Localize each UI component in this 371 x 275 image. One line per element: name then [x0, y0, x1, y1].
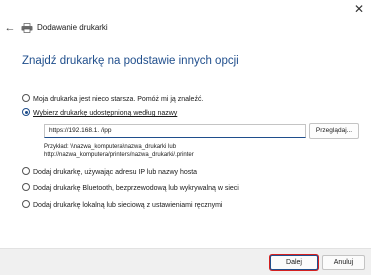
printer-icon	[21, 23, 33, 33]
option-ip-or-hostname-label: Dodaj drukarkę, używając adresu IP lub n…	[33, 169, 198, 176]
radio-local-manual[interactable]	[22, 200, 30, 208]
option-local-manual[interactable]: Dodaj drukarkę lokalną lub sieciową z us…	[22, 200, 222, 211]
radio-older-printer[interactable]	[22, 94, 30, 102]
option-older-printer[interactable]: Moja drukarka jest nieco starsza. Pomóż …	[22, 94, 203, 105]
add-printer-window: ✕ ← Dodawanie drukarki Znajdź drukarkę n…	[0, 0, 371, 275]
cancel-button[interactable]: Anuluj	[322, 255, 365, 270]
browse-button[interactable]: Przeglądaj...	[309, 123, 359, 139]
example-hint: Przykład: \\nazwa_komputera\nazwa_drukar…	[44, 143, 194, 159]
radio-shared-by-name[interactable]	[22, 108, 30, 116]
option-local-manual-label: Dodaj drukarkę lokalną lub sieciową z us…	[33, 202, 223, 209]
back-arrow-icon[interactable]: ←	[4, 22, 16, 34]
option-bluetooth-wireless-label: Dodaj drukarkę Bluetooth, bezprzewodową …	[33, 185, 239, 192]
option-shared-by-name-label: Wybierz drukarkę udostępnioną według naz…	[33, 110, 178, 117]
page-heading: Znajdź drukarkę na podstawie innych opcj…	[22, 55, 239, 67]
radio-bluetooth-wireless[interactable]	[22, 183, 30, 191]
next-button[interactable]: Dalej	[270, 255, 318, 270]
option-older-printer-label: Moja drukarka jest nieco starsza. Pomóż …	[33, 96, 204, 103]
radio-ip-or-hostname[interactable]	[22, 167, 30, 175]
shared-printer-path-input[interactable]: https://192.168.1. /ipp	[44, 124, 306, 138]
option-ip-or-hostname[interactable]: Dodaj drukarkę, używając adresu IP lub n…	[22, 167, 197, 178]
example-line-1: Przykład: \\nazwa_komputera\nazwa_drukar…	[44, 144, 177, 150]
example-line-2: http://nazwa_komputera/printers/nazwa_dr…	[44, 152, 194, 158]
option-bluetooth-wireless[interactable]: Dodaj drukarkę Bluetooth, bezprzewodową …	[22, 183, 239, 194]
close-icon[interactable]: ✕	[351, 1, 367, 17]
option-shared-by-name[interactable]: Wybierz drukarkę udostępnioną według naz…	[22, 108, 177, 119]
window-title: Dodawanie drukarki	[37, 23, 108, 32]
